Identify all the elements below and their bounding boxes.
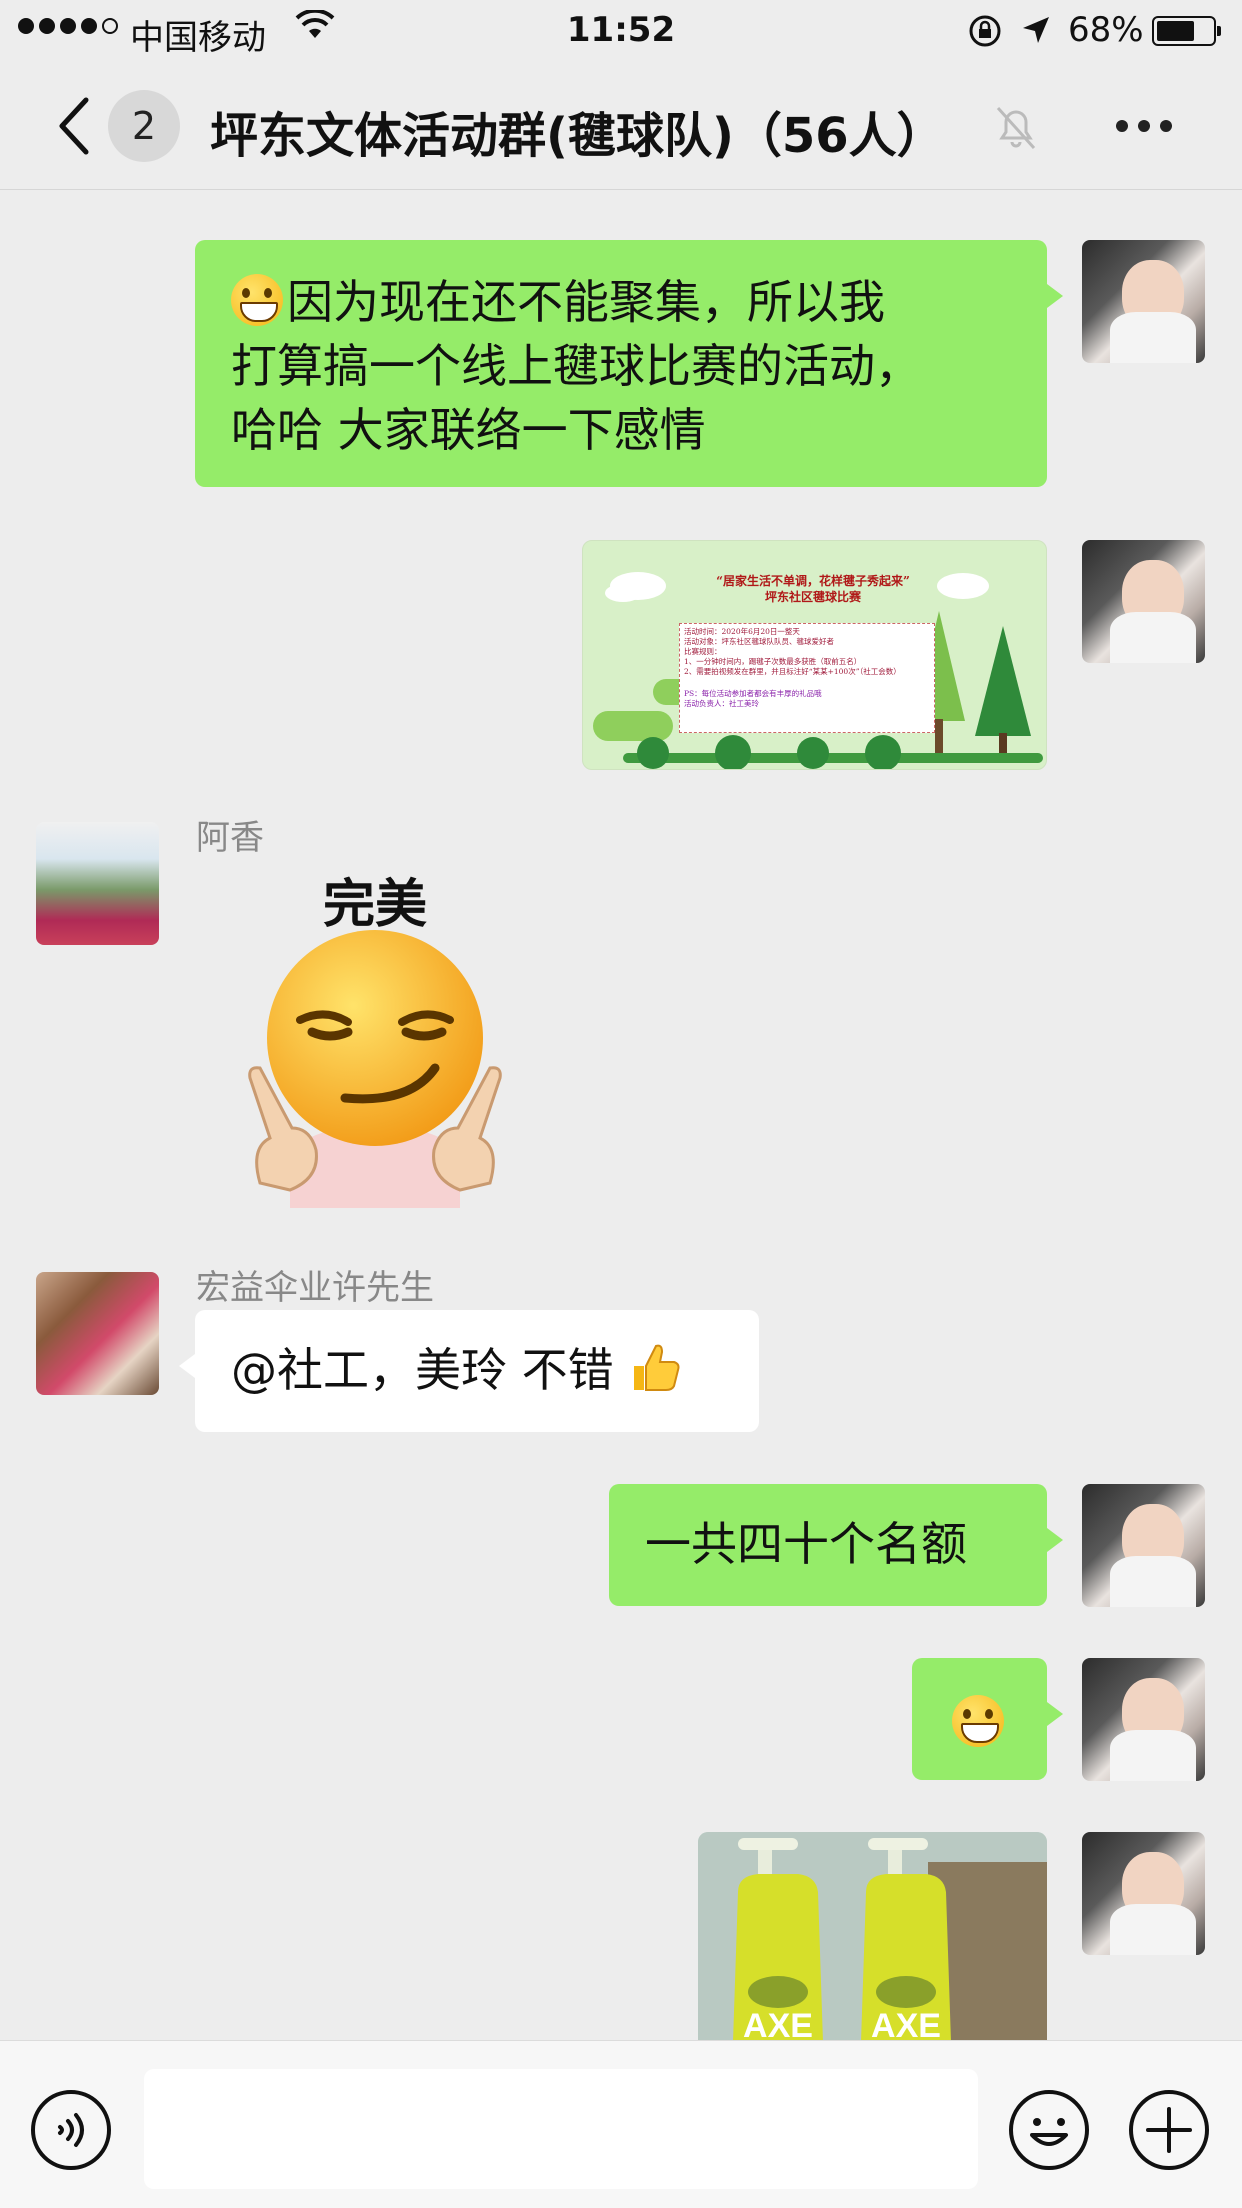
my-avatar[interactable]: [1082, 1484, 1205, 1607]
message-bubble-outgoing[interactable]: [912, 1658, 1063, 1780]
unread-count-badge[interactable]: 2: [108, 90, 180, 162]
message-line: 打算搞一个线上毽球比赛的活动，: [231, 339, 921, 393]
product-photo[interactable]: AXE AXE: [698, 1832, 1047, 2042]
message-input[interactable]: [144, 2069, 978, 2189]
mute-bell-icon: [996, 106, 1036, 150]
voice-icon[interactable]: [30, 2089, 112, 2171]
location-arrow-icon: [1023, 17, 1049, 43]
product-label: AXE: [743, 2007, 813, 2042]
my-avatar[interactable]: [1082, 1658, 1205, 1781]
my-avatar[interactable]: [1082, 540, 1205, 663]
battery-icon: [1152, 16, 1221, 46]
orientation-lock-icon: [969, 15, 1001, 47]
message-text: 一共四十个名额: [645, 1517, 967, 1571]
chat-title: 坪东文体活动群(毽球队)（56人）: [210, 108, 945, 164]
message-text: @社工，美玲 不错: [231, 1343, 614, 1397]
chat-header: 2 坪东文体活动群(毽球队)（56人）: [0, 62, 1242, 190]
product-label: AXE: [871, 2007, 941, 2042]
grin-emoji-icon: [952, 1695, 1004, 1747]
message-line: 哈哈 大家联络一下感情: [231, 403, 706, 457]
back-chevron-icon[interactable]: [50, 92, 100, 160]
input-bar: [0, 2040, 1242, 2208]
smirk-face-icon: [248, 930, 502, 1208]
my-avatar[interactable]: [1082, 1832, 1205, 1955]
sender-name: 阿香: [196, 818, 264, 858]
poster-details-card: 活动时间：2020年6月20日一整天 活动对象：坪东社区毽球队队员、毽球爱好者 …: [679, 623, 935, 733]
sticker-caption: 完美: [322, 875, 427, 935]
message-bubble-incoming[interactable]: @社工，美玲 不错: [179, 1310, 759, 1432]
thumbs-up-icon: [634, 1344, 680, 1391]
status-bar: 中国移动 11:52 68%: [0, 0, 1242, 62]
message-line: 因为现在还不能聚集，所以我: [231, 270, 1019, 334]
poster-title: “居家生活不单调，花样毽子秀起来” 坪东社区毽球比赛: [716, 574, 910, 604]
emoji-face-icon[interactable]: [1008, 2089, 1090, 2171]
my-avatar[interactable]: [1082, 240, 1205, 363]
sender-name: 宏益伞业许先生: [196, 1268, 434, 1308]
avatar-xu[interactable]: [36, 1272, 159, 1395]
smirk-sticker[interactable]: 完美: [230, 858, 520, 1208]
grin-emoji-icon: [231, 274, 283, 326]
message-bubble-outgoing[interactable]: 一共四十个名额: [609, 1484, 1063, 1606]
message-bubble-outgoing[interactable]: 因为现在还不能聚集，所以我 打算搞一个线上毽球比赛的活动， 哈哈 大家联络一下感…: [195, 240, 1063, 487]
battery-percent: 68%: [1068, 10, 1144, 50]
product-bottles-illustration: AXE AXE: [698, 1832, 1047, 2042]
avatar-axiang[interactable]: [36, 822, 159, 945]
more-icon[interactable]: [1116, 120, 1172, 132]
event-poster-image[interactable]: “居家生活不单调，花样毽子秀起来” 坪东社区毽球比赛 活动时间：2020年6月2…: [582, 540, 1047, 770]
clock: 11:52: [566, 10, 676, 50]
plus-icon[interactable]: [1128, 2089, 1210, 2171]
